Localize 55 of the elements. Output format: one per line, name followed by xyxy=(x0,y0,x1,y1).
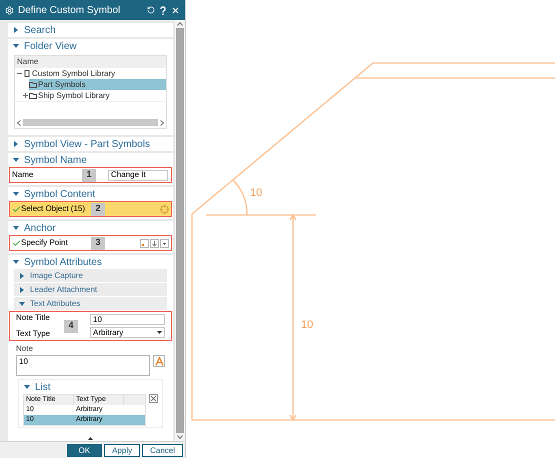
step-number: 2 xyxy=(91,202,105,216)
tree-item[interactable]: Part Symbols xyxy=(29,79,166,90)
step-number: 4 xyxy=(64,320,78,332)
delete-icon[interactable] xyxy=(149,394,158,403)
step-number: 1 xyxy=(82,168,96,182)
text-style-icon[interactable] xyxy=(153,355,165,367)
selection-row[interactable]: Select Object (15) 2 xyxy=(9,201,172,217)
dropdown-icon[interactable] xyxy=(160,238,169,248)
tree-item[interactable]: Ship Symbol Library xyxy=(29,90,166,101)
section-header[interactable]: Symbol View - Part Symbols xyxy=(8,137,173,151)
section-header[interactable]: Anchor xyxy=(8,221,173,235)
angle-dimension-label: 10 xyxy=(250,187,262,199)
dialog-button[interactable]: Cancel xyxy=(142,444,183,456)
scroll-up-icon[interactable] xyxy=(177,22,183,26)
field-label: Note Title xyxy=(16,312,51,324)
caret-down-icon xyxy=(157,330,162,334)
dialog-button[interactable]: Apply xyxy=(104,444,140,456)
selection-label: Specify Point xyxy=(21,237,69,249)
section-header[interactable]: List xyxy=(19,380,162,394)
note-text-area[interactable]: 10 xyxy=(16,355,150,376)
plus-icon[interactable] xyxy=(23,93,29,98)
field-label: Text Type xyxy=(16,328,52,340)
section-header[interactable]: Symbol Name xyxy=(8,153,173,167)
name-field[interactable]: Change It xyxy=(108,170,168,180)
subsection-header[interactable]: Image Capture xyxy=(14,269,167,282)
height-dimension-label: 10 xyxy=(301,319,314,331)
settings-icon[interactable] xyxy=(5,6,14,14)
angle-arc xyxy=(232,180,248,216)
point-icon[interactable] xyxy=(140,238,149,248)
section-header[interactable]: Symbol Attributes xyxy=(8,255,173,269)
help-icon[interactable] xyxy=(159,6,167,14)
text-type-dropdown[interactable]: Arbitrary xyxy=(90,327,165,338)
step-number: 3 xyxy=(91,236,105,250)
subsection-header[interactable]: Leader Attachment xyxy=(14,283,167,296)
section-header[interactable]: Folder View xyxy=(8,39,173,53)
tree-item[interactable]: Custom Symbol Library xyxy=(15,68,166,79)
horizontal-scrollbar[interactable] xyxy=(15,117,166,128)
field-label: Name xyxy=(12,169,34,181)
close-icon[interactable] xyxy=(171,6,180,14)
section-header[interactable]: Search xyxy=(8,23,173,37)
section-header[interactable]: Symbol Content xyxy=(8,187,173,201)
note-title-field[interactable]: 10 xyxy=(90,314,165,325)
subsection-header[interactable]: Text Attributes xyxy=(14,297,167,310)
dialog-button[interactable]: OK xyxy=(66,444,102,456)
reset-icon[interactable] xyxy=(147,6,155,14)
window-title: Define Custom Symbol xyxy=(18,4,122,18)
column-header: Name xyxy=(15,56,166,68)
field-label: Note xyxy=(16,343,34,355)
scroll-down-icon[interactable] xyxy=(177,435,183,439)
library-icon xyxy=(24,70,30,77)
vertical-scrollbar[interactable] xyxy=(175,20,185,441)
scroll-left-icon[interactable] xyxy=(17,120,21,126)
selection-row[interactable]: Specify Point 3 xyxy=(9,235,172,251)
scroll-right-icon[interactable] xyxy=(160,120,164,126)
selection-label: Select Object (15) xyxy=(21,203,86,215)
